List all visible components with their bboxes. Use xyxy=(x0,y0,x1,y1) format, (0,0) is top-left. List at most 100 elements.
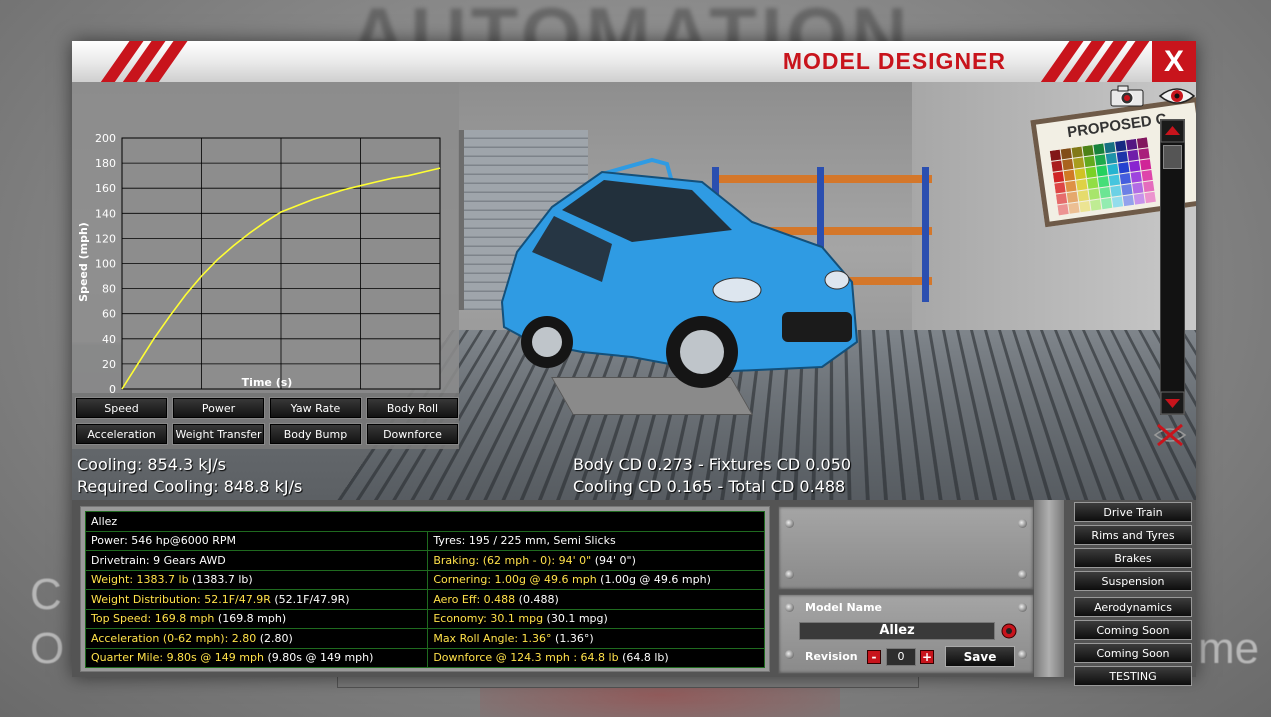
y-tick-label: 80 xyxy=(102,283,116,296)
close-button[interactable]: X xyxy=(1152,41,1196,82)
save-button[interactable]: Save xyxy=(945,646,1015,667)
graph-button-downforce[interactable]: Downforce xyxy=(366,423,459,445)
color-swatch xyxy=(1141,169,1153,182)
y-tick-label: 100 xyxy=(95,258,116,271)
color-swatch xyxy=(1073,157,1085,169)
body-cd-readout: Body CD 0.273 - Fixtures CD 0.050 xyxy=(573,455,852,474)
hide-icon[interactable] xyxy=(1152,421,1188,449)
color-swatch xyxy=(1066,191,1079,203)
model-name-input[interactable]: Allez xyxy=(799,622,995,640)
stat-cell-left: Acceleration (0-62 mph): 2.80 (2.80) xyxy=(84,628,429,649)
nav-coming-soon-2[interactable]: Coming Soon xyxy=(1074,643,1192,663)
stat-cell-left: Quarter Mile: 9.80s @ 149 mph (9.80s @ 1… xyxy=(84,647,429,668)
eye-icon[interactable] xyxy=(1158,84,1196,108)
camera-icon[interactable] xyxy=(1108,84,1146,108)
car-grille xyxy=(782,312,852,342)
stat-cell-right: Economy: 30.1 mpg (30.1 mpg) xyxy=(427,608,765,629)
table-row: Drivetrain: 9 Gears AWD Braking: (62 mph … xyxy=(84,550,765,571)
y-tick-label: 180 xyxy=(95,157,116,170)
color-swatch xyxy=(1133,193,1145,205)
color-swatch xyxy=(1076,179,1088,191)
color-board-title: PROPOSED C xyxy=(1066,110,1168,142)
color-swatch xyxy=(1055,193,1068,205)
revision-increment-button[interactable]: + xyxy=(920,650,934,664)
nav-drive-train[interactable]: Drive Train xyxy=(1074,502,1192,522)
stat-label: Weight Distribution: 52.1F/47.9R xyxy=(91,592,271,606)
y-tick-label: 160 xyxy=(95,182,116,195)
stat-value: (64.8 lb) xyxy=(618,651,669,665)
bolt xyxy=(785,603,794,612)
nav-aerodynamics[interactable]: Aerodynamics xyxy=(1074,597,1192,617)
color-swatch xyxy=(1065,180,1077,192)
car-rim xyxy=(680,330,724,374)
chevron-up-icon[interactable] xyxy=(1160,119,1185,143)
y-axis-label: Speed (mph) xyxy=(77,222,90,302)
nav-coming-soon-1[interactable]: Coming Soon xyxy=(1074,620,1192,640)
info-plate xyxy=(778,506,1034,590)
color-swatch xyxy=(1100,197,1113,210)
stats-table: Allez Power: 546 hp@6000 RPM Tyres: 195 /… xyxy=(84,511,765,668)
graph-button-body-bump[interactable]: Body Bump xyxy=(269,423,362,445)
color-swatch xyxy=(1108,174,1121,186)
stat-value: (0.488) xyxy=(515,592,559,606)
graph-button-yaw-rate[interactable]: Yaw Rate xyxy=(269,397,362,419)
chart-grid xyxy=(121,137,441,390)
color-swatch xyxy=(1119,173,1132,185)
color-swatch xyxy=(1132,182,1144,194)
table-row: Top Speed: 169.8 mph (169.8 mph) Economy:… xyxy=(84,608,765,629)
graph-button-power[interactable]: Power xyxy=(172,397,265,419)
color-swatch xyxy=(1079,200,1091,213)
table-row: Weight: 1383.7 lb (1383.7 lb) Cornering: … xyxy=(84,569,765,590)
color-swatch xyxy=(1130,171,1142,183)
stat-value: (1.36°) xyxy=(551,631,594,645)
stat-value: (1.00g @ 49.6 mph) xyxy=(596,573,711,587)
color-swatch xyxy=(1049,149,1062,161)
color-swatch xyxy=(1127,149,1139,162)
color-swatch xyxy=(1074,168,1086,180)
color-swatch xyxy=(1122,194,1135,207)
model-title-cell: Allez xyxy=(85,511,765,532)
graph-button-weight-transfer[interactable]: Weight Transfer xyxy=(172,423,265,445)
color-swatch xyxy=(1085,166,1097,179)
nav-rims-and-tyres[interactable]: Rims and Tyres xyxy=(1074,525,1192,545)
stat-cell-right: Braking: (62 mph - 0): 94' 0" (94' 0") xyxy=(427,550,765,571)
speed-chart: 02040608010012014016018020001020 Time (s… xyxy=(77,132,441,393)
stat-label: Max Roll Angle: 1.36° xyxy=(433,631,552,645)
stat-value: (52.1F/47.9R) xyxy=(270,592,350,606)
stats-panel: Allez Power: 546 hp@6000 RPM Tyres: 195 /… xyxy=(80,506,770,672)
stat-cell-right: Downforce @ 124.3 mph : 64.8 lb (64.8 lb… xyxy=(427,647,765,668)
bolt xyxy=(1018,650,1027,659)
nav-testing[interactable]: TESTING xyxy=(1074,666,1192,686)
color-swatch xyxy=(1099,187,1111,199)
nav-brakes[interactable]: Brakes xyxy=(1074,548,1192,568)
table-row: Allez xyxy=(85,511,765,532)
y-tick-label: 120 xyxy=(95,232,116,245)
stat-cell-right: Max Roll Angle: 1.36° (1.36°) xyxy=(427,628,765,649)
graph-button-body-roll[interactable]: Body Roll xyxy=(366,397,459,419)
graph-button-speed[interactable]: Speed xyxy=(75,397,168,419)
scrollbar-thumb[interactable] xyxy=(1163,145,1182,169)
bolt xyxy=(1018,570,1027,579)
color-swatch xyxy=(1144,191,1156,204)
window-title: MODEL DESIGNER xyxy=(782,48,1006,74)
color-swatch xyxy=(1071,146,1083,158)
stat-value: (1383.7 lb) xyxy=(188,573,253,587)
nav-suspension[interactable]: Suspension xyxy=(1074,571,1192,591)
stat-cell-right: Cornering: 1.00g @ 49.6 mph (1.00g @ 49.… xyxy=(427,569,765,590)
required-cooling-readout: Required Cooling: 848.8 kJ/s xyxy=(77,477,303,496)
stat-cell-right: Aero Eff: 0.488 (0.488) xyxy=(427,589,765,610)
stat-value: (30.1 mpg) xyxy=(543,612,608,626)
color-swatch xyxy=(1121,183,1133,196)
rename-icon[interactable] xyxy=(1001,623,1017,639)
color-swatch xyxy=(1115,140,1127,152)
designer-nav: Drive Train Rims and Tyres Brakes Suspen… xyxy=(1068,502,1196,689)
stat-cell-left: Drivetrain: 9 Gears AWD xyxy=(84,550,429,571)
chevron-down-icon[interactable] xyxy=(1160,391,1185,415)
model-name-label: Model Name xyxy=(805,601,882,614)
model-form-plate: Model Name Allez Revision - 0 + Save xyxy=(778,594,1034,674)
car-model xyxy=(500,157,859,388)
y-tick-label: 60 xyxy=(102,308,116,321)
stat-value: (9.80s @ 149 mph) xyxy=(263,651,374,665)
revision-decrement-button[interactable]: - xyxy=(867,650,881,664)
graph-button-acceleration[interactable]: Acceleration xyxy=(75,423,168,445)
